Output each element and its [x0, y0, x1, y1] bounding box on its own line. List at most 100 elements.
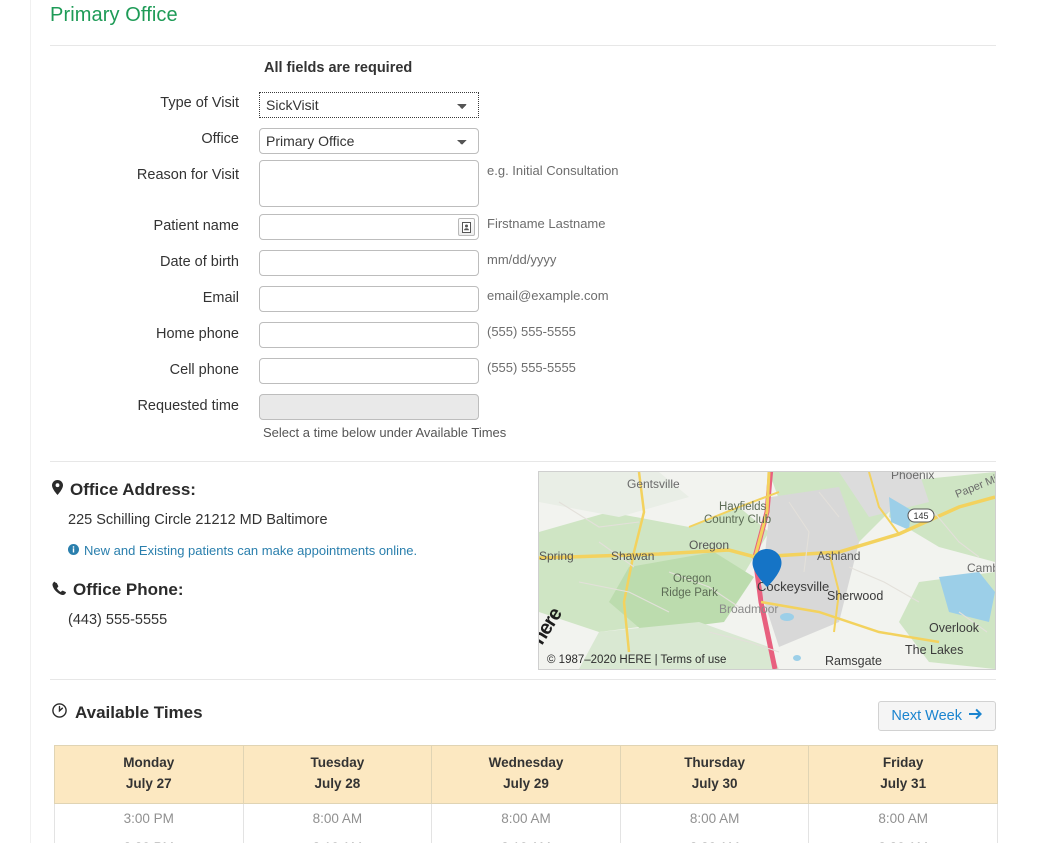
- svg-text:Ramsgate: Ramsgate: [825, 654, 882, 668]
- reason-for-visit-textarea[interactable]: [259, 160, 479, 207]
- time-slot[interactable]: 8:30 AM: [619, 832, 810, 843]
- available-times-heading: Available Times: [52, 703, 203, 723]
- column-date: July 30: [691, 775, 738, 791]
- page-title: Primary Office: [50, 4, 178, 26]
- table-header-row: Monday July 27 Tuesday July 28 Wednesday…: [54, 745, 998, 804]
- hint-reason-for-visit: e.g. Initial Consultation: [487, 163, 619, 178]
- office-address-heading: Office Address:: [52, 480, 196, 500]
- time-slot[interactable]: 8:10 AM: [431, 832, 621, 843]
- map-attribution: © 1987–2020 HERE | Terms of use: [547, 654, 727, 666]
- label-requested-time: Requested time: [137, 398, 239, 414]
- label-home-phone: Home phone: [155, 326, 239, 342]
- svg-text:Overlook: Overlook: [929, 621, 980, 635]
- appointment-page: Primary Office All fields are required T…: [0, 0, 1059, 843]
- office-phone-value: (443) 555-5555: [68, 612, 168, 628]
- svg-text:Gentsville: Gentsville: [627, 477, 680, 491]
- divider-bottom: [50, 679, 996, 680]
- field-type-of-visit: SickVisit: [259, 92, 479, 118]
- field-patient-name: [259, 214, 479, 240]
- required-fields-note: All fields are required: [264, 60, 413, 76]
- label-cell-phone: Cell phone: [169, 362, 239, 378]
- next-week-button[interactable]: Next Week: [878, 701, 996, 731]
- svg-text:145: 145: [913, 511, 928, 521]
- online-appointments-link-label: New and Existing patients can make appoi…: [84, 543, 418, 558]
- field-requested-time: [259, 394, 479, 420]
- label-patient-name: Patient name: [153, 218, 239, 234]
- time-slot[interactable]: 8:00 AM: [242, 803, 433, 833]
- clock-icon: [52, 703, 67, 723]
- svg-text:Ashland: Ashland: [817, 549, 860, 563]
- cell-phone-input[interactable]: [259, 358, 479, 384]
- map-pin-icon: [52, 480, 63, 500]
- requested-time-input[interactable]: [259, 394, 479, 420]
- field-office: Primary Office: [259, 128, 479, 154]
- svg-text:Ridge Park: Ridge Park: [661, 587, 718, 599]
- column-date: July 27: [125, 775, 172, 791]
- svg-text:Oregon: Oregon: [673, 573, 711, 585]
- svg-text:Sherwood: Sherwood: [827, 589, 883, 603]
- email-input[interactable]: [259, 286, 479, 312]
- time-slot[interactable]: 3:30 PM: [54, 832, 244, 843]
- time-slot[interactable]: 8:30 AM: [808, 832, 998, 843]
- map-canvas: 145 Gentsville Phoenix Hayfields Country…: [539, 472, 995, 669]
- field-cell-phone: [259, 358, 479, 384]
- home-phone-input[interactable]: [259, 322, 479, 348]
- hint-patient-name: Firstname Lastname: [487, 216, 606, 231]
- hint-email: email@example.com: [487, 288, 609, 303]
- label-email: Email: [202, 290, 239, 306]
- available-times-heading-label: Available Times: [75, 703, 203, 722]
- column-date: July 28: [314, 775, 361, 791]
- phone-icon: [52, 580, 66, 600]
- time-slot[interactable]: 8:00 AM: [808, 803, 998, 833]
- online-appointments-link[interactable]: New and Existing patients can make appoi…: [68, 543, 417, 558]
- column-day: Tuesday: [310, 755, 365, 770]
- office-address-heading-label: Office Address:: [70, 480, 196, 499]
- svg-text:Oregon: Oregon: [689, 538, 729, 552]
- svg-text:Cambr: Cambr: [967, 561, 995, 575]
- field-date-of-birth: [259, 250, 479, 276]
- time-slot[interactable]: 8:00 AM: [431, 803, 621, 833]
- time-slot[interactable]: 8:00 AM: [619, 803, 810, 833]
- column-day: Monday: [123, 755, 175, 770]
- arrow-right-icon: [969, 708, 983, 724]
- office-address-value: 225 Schilling Circle 21212 MD Baltimore: [68, 512, 328, 528]
- table-column-header: Wednesday July 29: [431, 745, 621, 804]
- svg-text:The Lakes: The Lakes: [905, 643, 963, 657]
- svg-text:Shawan: Shawan: [611, 549, 654, 563]
- table-column-header: Friday July 31: [808, 745, 998, 804]
- hint-date-of-birth: mm/dd/yyyy: [487, 252, 557, 267]
- field-reason-for-visit: [259, 160, 479, 212]
- contact-card-icon[interactable]: [458, 218, 475, 236]
- column-date: July 29: [503, 775, 549, 791]
- available-times-table: Monday July 27 Tuesday July 28 Wednesday…: [54, 745, 998, 843]
- patient-name-input[interactable]: [259, 214, 479, 240]
- requested-time-note: Select a time below under Available Time…: [263, 425, 507, 440]
- table-row: 3:30 PM 8:10 AM 8:10 AM 8:30 AM 8:30 AM: [54, 832, 998, 843]
- hint-home-phone: (555) 555-5555: [487, 324, 576, 339]
- svg-text:Broadmoor: Broadmoor: [719, 602, 778, 616]
- column-day: Thursday: [684, 755, 745, 770]
- field-home-phone: [259, 322, 479, 348]
- table-column-header: Monday July 27: [54, 745, 244, 804]
- hint-cell-phone: (555) 555-5555: [487, 360, 576, 375]
- table-column-header: Tuesday July 28: [242, 745, 433, 804]
- svg-text:Hayfields: Hayfields: [719, 501, 767, 513]
- svg-text:Country Club: Country Club: [704, 514, 771, 526]
- next-week-label: Next Week: [891, 708, 962, 724]
- office-location-map[interactable]: 145 Gentsville Phoenix Hayfields Country…: [538, 471, 996, 670]
- column-day: Friday: [882, 755, 924, 770]
- label-date-of-birth: Date of birth: [160, 254, 239, 270]
- time-slot[interactable]: 8:10 AM: [242, 832, 433, 843]
- column-day: Wednesday: [488, 755, 564, 770]
- divider-middle: [50, 461, 996, 462]
- divider-top: [50, 45, 996, 46]
- table-column-header: Thursday July 30: [619, 745, 810, 804]
- office-phone-heading-label: Office Phone:: [73, 580, 184, 599]
- type-of-visit-select[interactable]: SickVisit: [259, 92, 479, 118]
- svg-text:Spring: Spring: [539, 549, 574, 563]
- date-of-birth-input[interactable]: [259, 250, 479, 276]
- svg-text:Phoenix: Phoenix: [891, 472, 934, 482]
- office-select[interactable]: Primary Office: [259, 128, 479, 154]
- time-slot[interactable]: 3:00 PM: [54, 803, 244, 833]
- info-circle-icon: [68, 543, 79, 558]
